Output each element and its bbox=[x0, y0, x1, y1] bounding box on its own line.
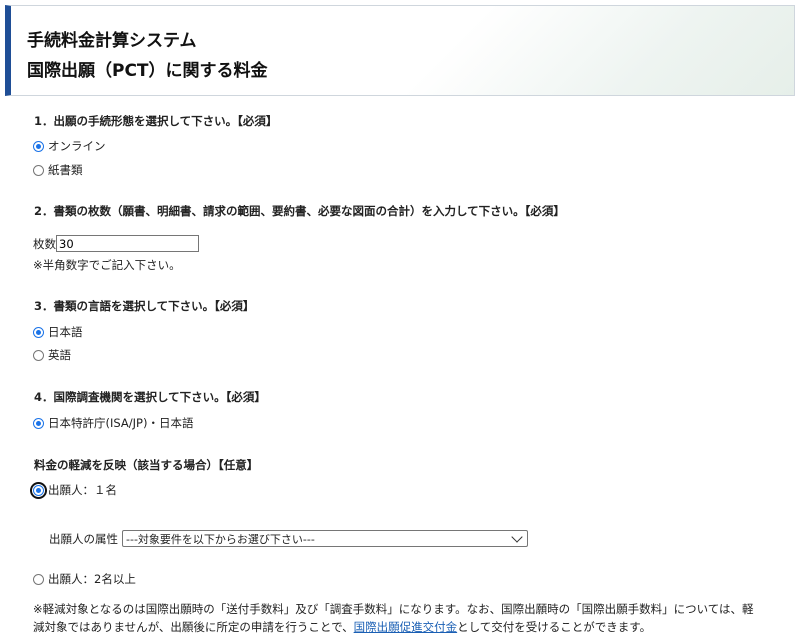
page-count-input[interactable] bbox=[56, 235, 199, 252]
footnote-line-1: ※軽減対象となるのは国際出願時の「送付手数料」及び「調査手数料」になります。なお… bbox=[33, 602, 754, 616]
page-header: 手続料金計算システム 国際出願（PCT）に関する料金 bbox=[5, 5, 795, 96]
radio-one-applicant[interactable] bbox=[30, 481, 47, 499]
radio-paper-label: 紙書類 bbox=[48, 163, 83, 177]
page-title: 国際出願（PCT）に関する料金 bbox=[27, 61, 268, 81]
question-3-label: 3．書類の言語を選択して下さい。【必須】 bbox=[34, 299, 255, 313]
radio-english-label: 英語 bbox=[48, 348, 71, 362]
radio-option-isa-jp[interactable]: 日本特許庁(ISA/JP)・日本語 bbox=[33, 415, 193, 431]
reduction-label: 料金の軽減を反映（該当する場合）【任意】 bbox=[34, 458, 259, 472]
radio-isa-jp-label: 日本特許庁(ISA/JP)・日本語 bbox=[48, 416, 194, 430]
subsidy-link[interactable]: 国際出願促進交付金 bbox=[354, 620, 458, 634]
radio-option-paper[interactable]: 紙書類 bbox=[33, 162, 83, 178]
radio-option-japanese[interactable]: 日本語 bbox=[33, 324, 83, 340]
radio-japanese[interactable] bbox=[33, 326, 44, 338]
radio-english[interactable] bbox=[33, 349, 44, 361]
radio-option-online[interactable]: オンライン bbox=[33, 138, 106, 154]
system-title: 手続料金計算システム bbox=[27, 31, 197, 51]
applicant-attribute-select[interactable]: ---対象要件を以下からお選び下さい--- bbox=[122, 530, 528, 547]
applicant-attribute-row: 出願人の属性 ---対象要件を以下からお選び下さい--- bbox=[49, 530, 528, 547]
radio-online[interactable] bbox=[33, 140, 44, 152]
footnote-line-2: 減対象ではありませんが、出願後に所定の申請を行うことで、国際出願促進交付金として… bbox=[33, 618, 793, 636]
page-count-hint: ※半角数字でご記入下さい。 bbox=[33, 258, 181, 272]
question-4-label: 4．国際調査機関を選択して下さい。【必須】 bbox=[34, 390, 266, 404]
radio-paper[interactable] bbox=[33, 164, 44, 176]
question-1-label: 1．出願の手続形態を選択して下さい。【必須】 bbox=[34, 114, 278, 128]
radio-isa-jp[interactable] bbox=[33, 417, 44, 429]
radio-online-label: オンライン bbox=[48, 139, 106, 153]
radio-multiple-applicants-label: 出願人：2名以上 bbox=[48, 572, 136, 586]
radio-multiple-applicants[interactable] bbox=[33, 573, 44, 585]
question-2-label: 2．書類の枚数（願書、明細書、請求の範囲、要約書、必要な図面の合計）を入力して下… bbox=[34, 204, 565, 218]
chevron-down-icon bbox=[511, 530, 523, 543]
reduction-footnote: ※軽減対象となるのは国際出願時の「送付手数料」及び「調査手数料」になります。なお… bbox=[33, 600, 793, 636]
applicant-attribute-value: ---対象要件を以下からお選び下さい--- bbox=[126, 532, 315, 546]
radio-option-one-applicant[interactable]: 出願人：１名 bbox=[30, 481, 117, 499]
radio-option-english[interactable]: 英語 bbox=[33, 347, 71, 363]
page-count-row: 枚数 bbox=[33, 235, 199, 252]
footnote-line-2-pre: 減対象ではありませんが、出願後に所定の申請を行うことで、 bbox=[33, 620, 354, 634]
footnote-line-2-post: として交付を受けることができます。 bbox=[457, 620, 652, 634]
radio-japanese-label: 日本語 bbox=[48, 325, 83, 339]
radio-option-multiple-applicants[interactable]: 出願人：2名以上 bbox=[33, 571, 136, 587]
page-count-label: 枚数 bbox=[33, 236, 56, 251]
radio-one-applicant-label: 出願人：１名 bbox=[48, 483, 117, 497]
applicant-attribute-label: 出願人の属性 bbox=[49, 531, 118, 546]
